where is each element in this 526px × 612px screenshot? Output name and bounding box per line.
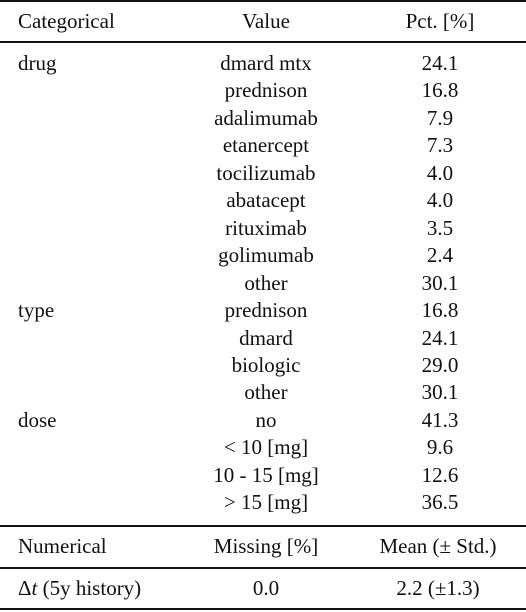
header-pct: Pct. [%] (405, 9, 475, 33)
top-rule (0, 0, 526, 2)
variable-label: (5y history) (37, 576, 142, 600)
missing-value: 0.0 (252, 576, 280, 600)
pct-cell: 12.6 (421, 462, 459, 487)
value-cell: > 15 [mg] (223, 490, 309, 515)
bottom-rule (0, 608, 526, 610)
pct-cell: 41.3 (421, 407, 459, 432)
table-row: biologic 29.0 (0, 352, 526, 380)
value-cell: abatacept (226, 188, 306, 213)
category-cell: dose (18, 407, 57, 432)
table-row: etanercept 7.3 (0, 132, 526, 160)
value-cell: other (244, 270, 288, 295)
value-cell: other (244, 380, 288, 405)
table-row: > 15 [mg] 36.5 (0, 489, 526, 517)
pct-cell: 24.1 (421, 325, 459, 350)
pct-cell: 9.6 (426, 435, 454, 460)
value-cell: adalimumab (214, 105, 318, 130)
value-cell: tocilizumab (216, 160, 316, 185)
value-cell: etanercept (222, 133, 310, 158)
pct-cell: 4.0 (426, 188, 454, 213)
value-cell: dmard mtx (220, 51, 312, 75)
value-cell: no (255, 407, 277, 432)
table-row: tocilizumab 4.0 (0, 160, 526, 188)
table-row: drug dmard mtx 24.1 (0, 50, 526, 78)
table-row: dose no 41.3 (0, 407, 526, 435)
pct-cell: 7.3 (426, 133, 454, 158)
table-row: < 10 [mg] 9.6 (0, 434, 526, 462)
table-row: abatacept 4.0 (0, 187, 526, 215)
value-cell: dmard (239, 325, 293, 350)
table-row: adalimumab 7.9 (0, 105, 526, 133)
numerical-header-rule (0, 567, 526, 569)
pct-cell: 7.9 (426, 105, 454, 130)
header-rule (0, 41, 526, 43)
table-row: rituximab 3.5 (0, 215, 526, 243)
section-rule (0, 525, 526, 527)
mean-std-value: 2.2 (±1.3) (396, 576, 480, 600)
value-cell: golimumab (218, 243, 314, 268)
table-row: prednison 16.8 (0, 77, 526, 105)
pct-cell: 30.1 (421, 270, 459, 295)
pct-cell: 30.1 (421, 380, 459, 405)
pct-cell: 4.0 (426, 160, 454, 185)
numerical-header-row: Numerical Missing [%] Mean (± Std.) (0, 533, 526, 561)
categorical-header-row: Categorical Value Pct. [%] (0, 8, 526, 36)
table-row: type prednison 16.8 (0, 297, 526, 325)
category-cell: type (18, 298, 55, 323)
table-row: other 30.1 (0, 270, 526, 298)
pct-cell: 2.4 (426, 243, 454, 268)
value-cell: biologic (231, 352, 301, 377)
table-row: 10 - 15 [mg] 12.6 (0, 462, 526, 490)
table-row: dmard 24.1 (0, 325, 526, 353)
category-cell: drug (18, 51, 57, 75)
numerical-variable: Δt (5y history) (18, 575, 141, 603)
value-cell: 10 - 15 [mg] (213, 462, 319, 487)
table-row: golimumab 2.4 (0, 242, 526, 270)
header-categorical: Categorical (18, 9, 115, 33)
pct-cell: 36.5 (421, 490, 459, 515)
value-cell: prednison (224, 78, 308, 103)
header-numerical: Numerical (18, 534, 107, 558)
pct-cell: 16.8 (421, 298, 459, 323)
pct-cell: 24.1 (421, 51, 459, 75)
value-cell: rituximab (225, 215, 307, 240)
header-mean-std: Mean (± Std.) (379, 534, 497, 558)
delta-symbol: Δ (18, 576, 32, 600)
value-cell: prednison (224, 298, 308, 323)
table-row: other 30.1 (0, 379, 526, 407)
value-cell: < 10 [mg] (223, 435, 309, 460)
pct-cell: 29.0 (421, 352, 459, 377)
header-value: Value (242, 9, 290, 33)
pct-cell: 16.8 (421, 78, 459, 103)
header-missing: Missing [%] (213, 534, 319, 558)
table-row: Δt (5y history) 0.0 2.2 (±1.3) (0, 575, 526, 603)
pct-cell: 3.5 (426, 215, 454, 240)
